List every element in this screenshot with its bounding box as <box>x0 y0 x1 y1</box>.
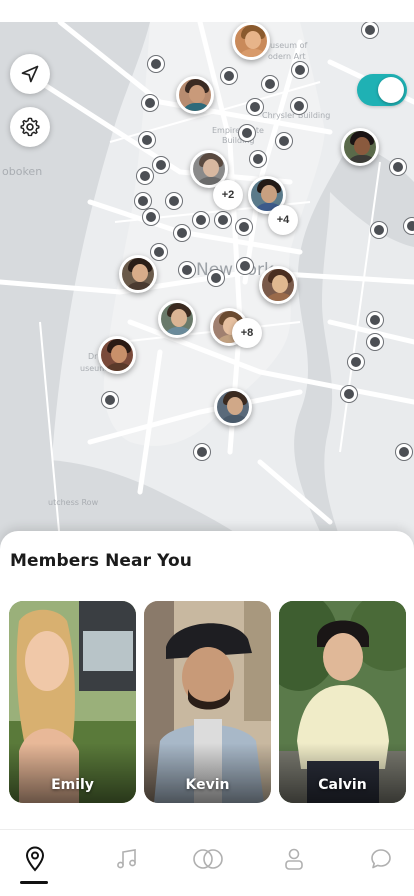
map-view[interactable]: New York oboken useum of odern Art Chrys… <box>0 22 414 552</box>
member-card-calvin[interactable]: Calvin <box>279 601 406 803</box>
map-label-dr: Dr <box>88 352 98 361</box>
map-dot[interactable] <box>239 125 255 141</box>
map-dot[interactable] <box>102 392 118 408</box>
map-dot[interactable] <box>148 56 164 72</box>
map-label-bottom: utchess Row <box>48 498 99 507</box>
map-dot[interactable] <box>371 222 387 238</box>
tab-music[interactable] <box>112 844 142 874</box>
member-pin-avatar[interactable] <box>214 388 252 426</box>
visibility-toggle[interactable] <box>357 74 407 106</box>
gear-icon <box>20 117 40 137</box>
map-label-moma-2: odern Art <box>268 52 306 61</box>
tab-messages[interactable] <box>366 844 396 874</box>
map-dot[interactable] <box>135 193 151 209</box>
interlocking-rings-icon <box>193 849 223 869</box>
tab-map[interactable] <box>20 844 50 874</box>
cluster-count-badge[interactable]: +2 <box>213 180 243 210</box>
map-dot[interactable] <box>221 68 237 84</box>
bottom-tab-bar <box>0 829 414 896</box>
person-icon <box>285 848 303 870</box>
map-dot[interactable] <box>194 444 210 460</box>
member-name: Kevin <box>185 777 230 793</box>
map-dot[interactable] <box>262 76 278 92</box>
map-dot[interactable] <box>137 168 153 184</box>
map-dot[interactable] <box>215 212 231 228</box>
map-dot[interactable] <box>250 151 266 167</box>
map-dot[interactable] <box>151 244 167 260</box>
map-label-moma-1: useum of <box>270 41 308 50</box>
location-pin-icon <box>25 846 45 872</box>
map-dot[interactable] <box>179 262 195 278</box>
member-pin-avatar[interactable] <box>119 255 157 293</box>
map-dot[interactable] <box>247 99 263 115</box>
map-dot[interactable] <box>341 386 357 402</box>
map-dot[interactable] <box>404 218 414 234</box>
map-dot[interactable] <box>208 270 224 286</box>
map-dot[interactable] <box>291 98 307 114</box>
member-pin-avatar[interactable] <box>98 336 136 374</box>
map-label-hoboken: oboken <box>2 165 43 178</box>
map-dot[interactable] <box>142 95 158 111</box>
tab-matches[interactable] <box>190 844 226 874</box>
locate-me-button[interactable] <box>10 54 50 94</box>
member-name: Emily <box>51 777 94 793</box>
map-dot[interactable] <box>367 312 383 328</box>
cluster-count-badge[interactable]: +8 <box>232 318 262 348</box>
member-pin-avatar[interactable] <box>259 266 297 304</box>
tab-profile[interactable] <box>279 844 309 874</box>
member-pin-avatar[interactable] <box>176 76 214 114</box>
map-dot[interactable] <box>276 133 292 149</box>
card-gradient <box>144 743 271 803</box>
map-dot[interactable] <box>292 62 308 78</box>
section-title: Members Near You <box>10 551 192 571</box>
map-dot[interactable] <box>174 225 190 241</box>
toggle-knob <box>378 77 404 103</box>
cluster-count-badge[interactable]: +4 <box>268 205 298 235</box>
member-card-kevin[interactable]: Kevin <box>144 601 271 803</box>
member-pin-avatar[interactable] <box>232 22 270 60</box>
map-dot[interactable] <box>362 22 378 38</box>
card-gradient <box>9 743 136 803</box>
map-dot[interactable] <box>367 334 383 350</box>
active-tab-indicator <box>20 881 48 884</box>
map-dot[interactable] <box>139 132 155 148</box>
map-dot[interactable] <box>166 193 182 209</box>
map-dot[interactable] <box>348 354 364 370</box>
member-card-emily[interactable]: Emily <box>9 601 136 803</box>
member-name: Calvin <box>318 777 367 793</box>
map-label-empire-1: Empire State <box>212 126 264 135</box>
member-pin-avatar[interactable] <box>341 128 379 166</box>
map-dot[interactable] <box>236 219 252 235</box>
music-note-icon <box>117 849 136 869</box>
chat-bubble-icon <box>371 849 391 869</box>
map-dot[interactable] <box>396 444 412 460</box>
map-dot[interactable] <box>237 258 253 274</box>
map-dot[interactable] <box>143 209 159 225</box>
map-settings-button[interactable] <box>10 107 50 147</box>
members-near-you-panel: Members Near You Emily Kevin Calvin <box>0 531 414 829</box>
card-gradient <box>279 743 406 803</box>
navigation-arrow-icon <box>21 65 39 83</box>
map-dot[interactable] <box>390 159 406 175</box>
map-dot[interactable] <box>193 212 209 228</box>
map-dot[interactable] <box>153 157 169 173</box>
member-pin-avatar[interactable] <box>158 300 196 338</box>
